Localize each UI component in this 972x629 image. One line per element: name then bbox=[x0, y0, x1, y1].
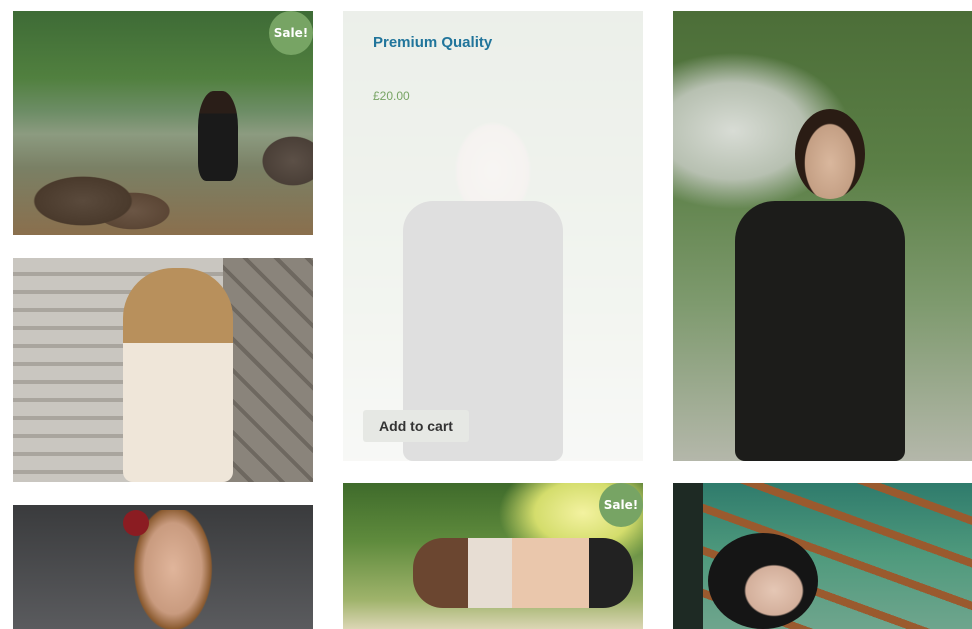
product-image-figure bbox=[735, 201, 905, 461]
product-image-post bbox=[673, 483, 703, 629]
product-image-figure bbox=[708, 533, 818, 629]
product-image[interactable] bbox=[13, 11, 313, 235]
product-card-premium-quality[interactable]: Premium Quality £20.00 Add to cart bbox=[343, 11, 643, 461]
product-card-portrait[interactable] bbox=[13, 505, 313, 629]
product-title[interactable]: Premium Quality bbox=[373, 34, 492, 51]
product-image-head bbox=[795, 109, 865, 199]
sale-badge: Sale! bbox=[269, 11, 313, 55]
product-card-stairs[interactable] bbox=[13, 258, 313, 482]
hover-overlay bbox=[343, 11, 643, 461]
product-card-sitting[interactable]: Sale! bbox=[343, 483, 643, 629]
product-card-lake[interactable]: Sale! bbox=[13, 11, 313, 235]
product-card-pergola[interactable] bbox=[673, 483, 972, 629]
add-to-cart-button[interactable]: Add to cart bbox=[363, 410, 469, 442]
product-image-figure bbox=[413, 538, 633, 608]
product-card-black-dress[interactable] bbox=[673, 11, 972, 461]
flower-decoration bbox=[123, 510, 149, 536]
product-image-figure bbox=[198, 91, 238, 181]
sale-badge: Sale! bbox=[599, 483, 643, 527]
product-price: £20.00 bbox=[373, 89, 410, 103]
product-image-wall bbox=[223, 258, 313, 482]
product-image-figure bbox=[123, 268, 233, 482]
